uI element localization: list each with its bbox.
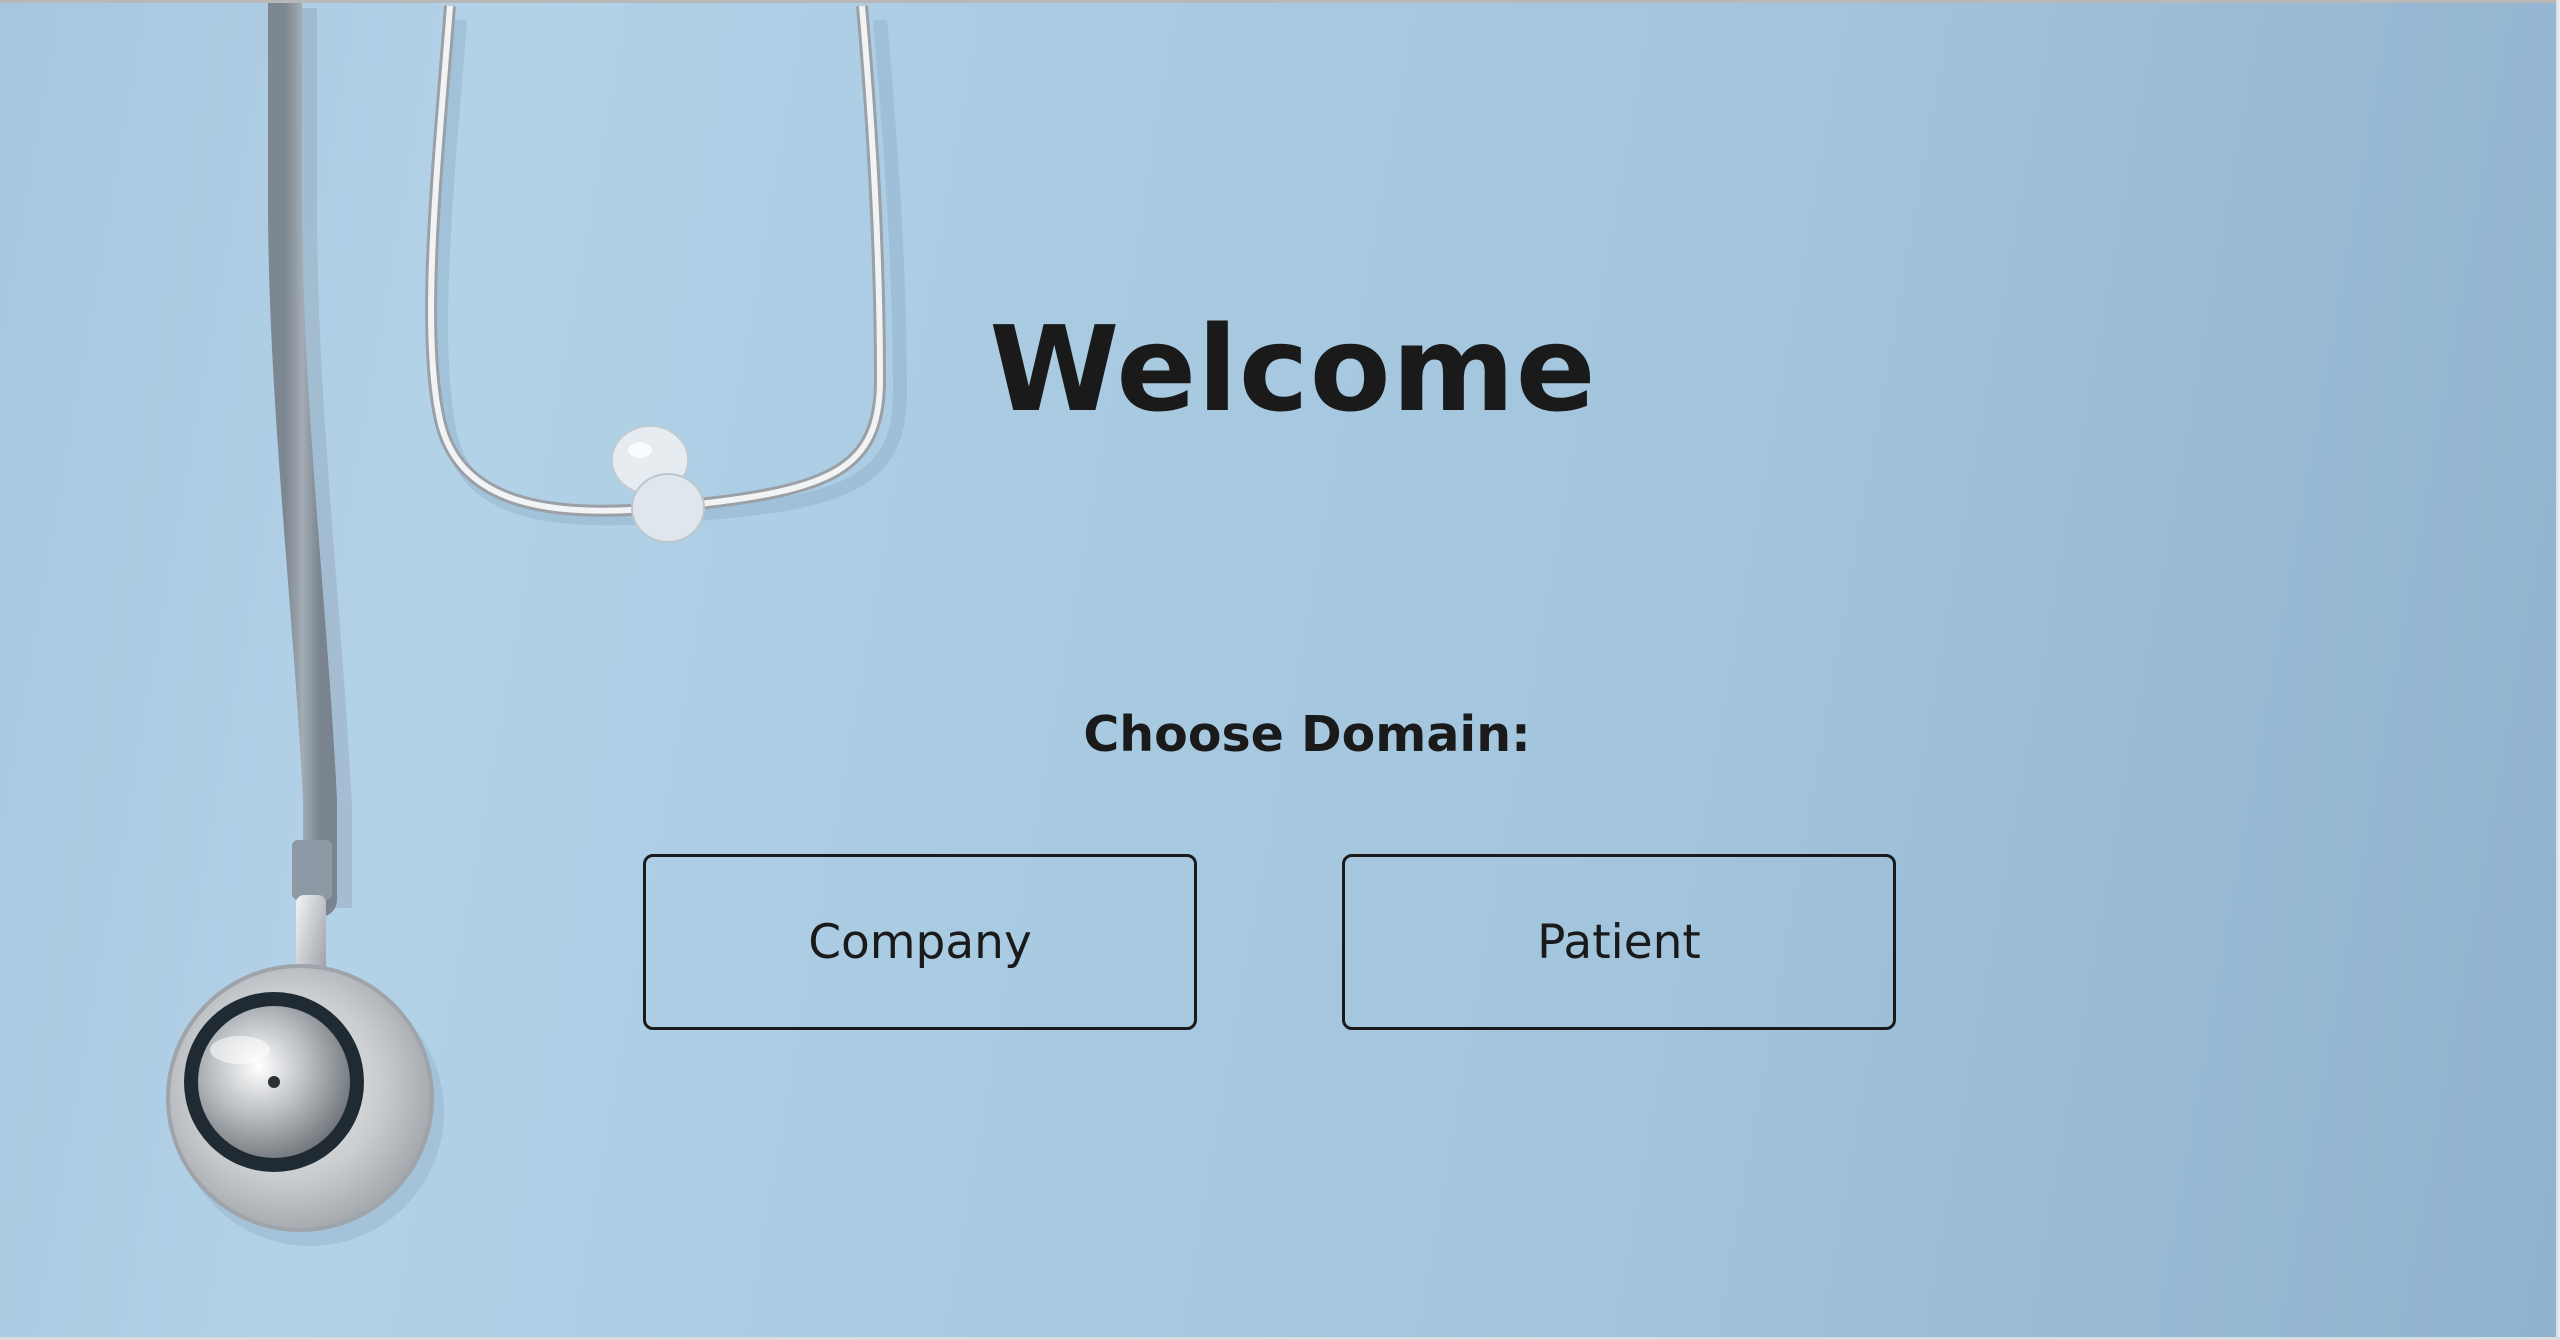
page-title: Welcome <box>989 300 1597 438</box>
window-top-edge <box>0 0 2560 3</box>
window-right-edge <box>2556 0 2560 1340</box>
patient-button[interactable]: Patient <box>1342 854 1896 1030</box>
choose-domain-label: Choose Domain: <box>1083 706 1531 763</box>
welcome-screen: Welcome Choose Domain: Company Patient <box>0 0 2560 1340</box>
patient-button-label: Patient <box>1537 914 1701 970</box>
company-button-label: Company <box>808 914 1032 970</box>
stethoscope-image <box>166 0 908 1246</box>
company-button[interactable]: Company <box>643 854 1197 1030</box>
